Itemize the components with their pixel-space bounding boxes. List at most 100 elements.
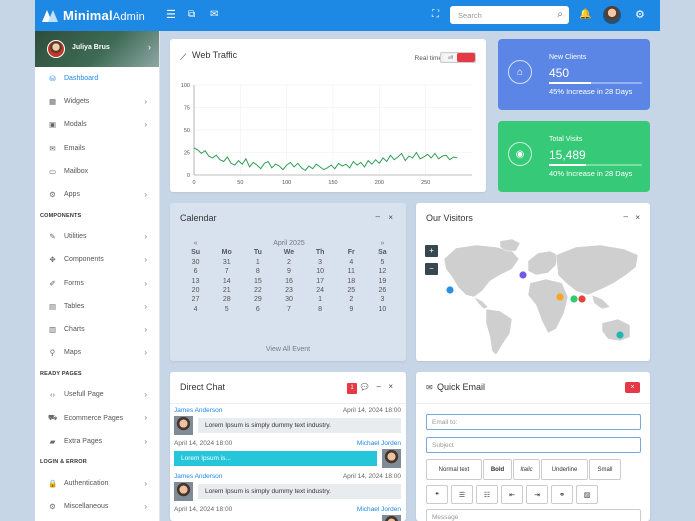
visitor-marker[interactable] [519, 271, 527, 279]
calendar-day[interactable]: 18 [336, 278, 367, 285]
calendar-day[interactable]: 29 [242, 296, 273, 303]
calendar-day[interactable]: 3 [367, 296, 398, 303]
visitor-marker[interactable] [446, 286, 454, 294]
calendar-day[interactable]: 4 [180, 306, 211, 313]
calendar-day[interactable]: 8 [242, 268, 273, 275]
calendar-day[interactable]: 25 [336, 287, 367, 294]
calendar-day[interactable]: 26 [367, 287, 398, 294]
sidebar-item-extra-pages[interactable]: ▰ Extra Pages › [35, 430, 159, 453]
calendar-day[interactable]: 11 [336, 268, 367, 275]
calendar-day[interactable]: 10 [367, 306, 398, 313]
copy-icon[interactable]: ⧉ [188, 9, 195, 21]
format-bold-button[interactable]: Bold [483, 459, 512, 480]
quote-icon[interactable]: ❝ [426, 485, 448, 504]
calendar-day[interactable]: 5 [211, 306, 242, 313]
minimize-icon[interactable]: – [377, 382, 381, 391]
new-clients-card[interactable]: ⌂ New Clients 450 45% Increase in 28 Day… [498, 39, 650, 110]
number-list-icon[interactable]: ☷ [476, 485, 498, 504]
calendar-day[interactable]: 24 [305, 287, 336, 294]
visitor-marker[interactable] [570, 295, 578, 303]
calendar-day[interactable]: 22 [242, 287, 273, 294]
sidebar-item-dashboard[interactable]: ⛁ Dashboard [35, 67, 159, 90]
visitor-marker[interactable] [578, 295, 586, 303]
email-to-field[interactable]: Email to: [426, 414, 641, 430]
sidebar-item-maps[interactable]: ⚲ Maps › [35, 341, 159, 364]
calendar-day[interactable]: 21 [211, 287, 242, 294]
brand-logo[interactable]: MinimalAdmin [35, 0, 160, 31]
user-card[interactable]: Juliya Brus › [35, 31, 159, 67]
format-underline-button[interactable]: Underline [541, 459, 588, 480]
chevron-right-icon[interactable]: › [148, 42, 151, 52]
sidebar-item-components[interactable]: ✥ Components › [35, 248, 159, 271]
calendar-day[interactable]: 1 [242, 259, 273, 266]
calendar-day[interactable]: 3 [305, 259, 336, 266]
settings-gear-icon[interactable]: ⚙ [635, 9, 645, 21]
calendar-day[interactable]: 14 [211, 278, 242, 285]
image-icon[interactable]: ▨ [576, 485, 598, 504]
sidebar-item-usefull-page[interactable]: ‹› Usefull Page › [35, 383, 159, 406]
calendar-day[interactable]: 2 [273, 259, 304, 266]
format-small-button[interactable]: Small [589, 459, 621, 480]
calendar-day[interactable]: 2 [336, 296, 367, 303]
sidebar-item-ecommerce-pages[interactable]: ⛟ Ecommerce Pages › [35, 406, 159, 429]
minimize-icon[interactable]: – [376, 212, 380, 221]
calendar-day[interactable]: 12 [367, 268, 398, 275]
calendar-day[interactable]: 9 [336, 306, 367, 313]
sidebar-item-widgets[interactable]: ▦ Widgets › [35, 90, 159, 113]
calendar-day[interactable]: 27 [180, 296, 211, 303]
mail-icon[interactable]: ✉ [210, 9, 218, 21]
calendar-day[interactable]: 31 [211, 259, 242, 266]
email-subject-field[interactable]: Subject [426, 437, 641, 453]
outdent-icon[interactable]: ⇤ [501, 485, 523, 504]
menu-icon[interactable]: ☰ [166, 9, 176, 21]
calendar-day[interactable]: 19 [367, 278, 398, 285]
sidebar-item-authentication[interactable]: 🔒 Authentication › [35, 472, 159, 495]
total-visits-card[interactable]: ◉ Total Visits 15,489 40% Increase in 28… [498, 121, 650, 192]
sidebar-item-charts[interactable]: ▥ Charts › [35, 318, 159, 341]
sidebar-item-emails[interactable]: ✉ Emails [35, 137, 159, 160]
chat-bubbles-icon[interactable]: 💬 [361, 383, 369, 391]
format-italic-button[interactable]: Italic [513, 459, 540, 480]
calendar-day[interactable]: 30 [273, 296, 304, 303]
calendar-day[interactable]: 17 [305, 278, 336, 285]
bullet-list-icon[interactable]: ☰ [451, 485, 473, 504]
calendar-day[interactable]: 6 [180, 268, 211, 275]
sidebar-item-mailbox[interactable]: ▭ Mailbox [35, 160, 159, 183]
view-all-events-link[interactable]: View All Event [170, 346, 406, 353]
calendar-day[interactable]: 23 [273, 287, 304, 294]
notification-bell-icon[interactable]: 🔔 [579, 9, 591, 21]
indent-icon[interactable]: ⇥ [526, 485, 548, 504]
email-message-field[interactable]: Message [426, 509, 641, 521]
calendar-day[interactable]: 13 [180, 278, 211, 285]
sidebar-item-tables[interactable]: ▤ Tables › [35, 295, 159, 318]
calendar-day[interactable]: 1 [305, 296, 336, 303]
visitor-marker[interactable] [616, 331, 624, 339]
sidebar-item-miscellaneous[interactable]: ⚙ Miscellaneous › [35, 495, 159, 518]
sidebar-item-utilities[interactable]: ✎ Utilities › [35, 225, 159, 248]
close-icon[interactable]: × [388, 382, 393, 391]
search-icon[interactable]: ⌕ [557, 9, 563, 20]
sidebar-item-modals[interactable]: ▣ Modals › [35, 113, 159, 136]
link-icon[interactable]: ⚭ [551, 485, 573, 504]
calendar-day[interactable]: 6 [242, 306, 273, 313]
calendar-day[interactable]: 30 [180, 259, 211, 266]
fullscreen-icon[interactable]: ⛶ [432, 9, 439, 21]
prev-month-button[interactable]: « [180, 240, 211, 247]
visitor-marker[interactable] [556, 293, 564, 301]
calendar-day[interactable]: 9 [273, 268, 304, 275]
calendar-day[interactable]: 7 [211, 268, 242, 275]
sidebar-item-apps[interactable]: ⚙ Apps › [35, 183, 159, 206]
calendar-day[interactable]: 5 [367, 259, 398, 266]
search-input[interactable]: Search ⌕ [450, 6, 569, 24]
format-normal-text-button[interactable]: Normal text [426, 459, 482, 480]
calendar-day[interactable]: 4 [336, 259, 367, 266]
close-email-button[interactable]: × [625, 382, 640, 393]
calendar-day[interactable]: 10 [305, 268, 336, 275]
calendar-day[interactable]: 16 [273, 278, 304, 285]
calendar-day[interactable]: 15 [242, 278, 273, 285]
close-icon[interactable]: × [388, 213, 393, 222]
avatar[interactable] [603, 6, 621, 24]
calendar-day[interactable]: 7 [273, 306, 304, 313]
next-month-button[interactable]: » [367, 240, 398, 247]
calendar-day[interactable]: 20 [180, 287, 211, 294]
